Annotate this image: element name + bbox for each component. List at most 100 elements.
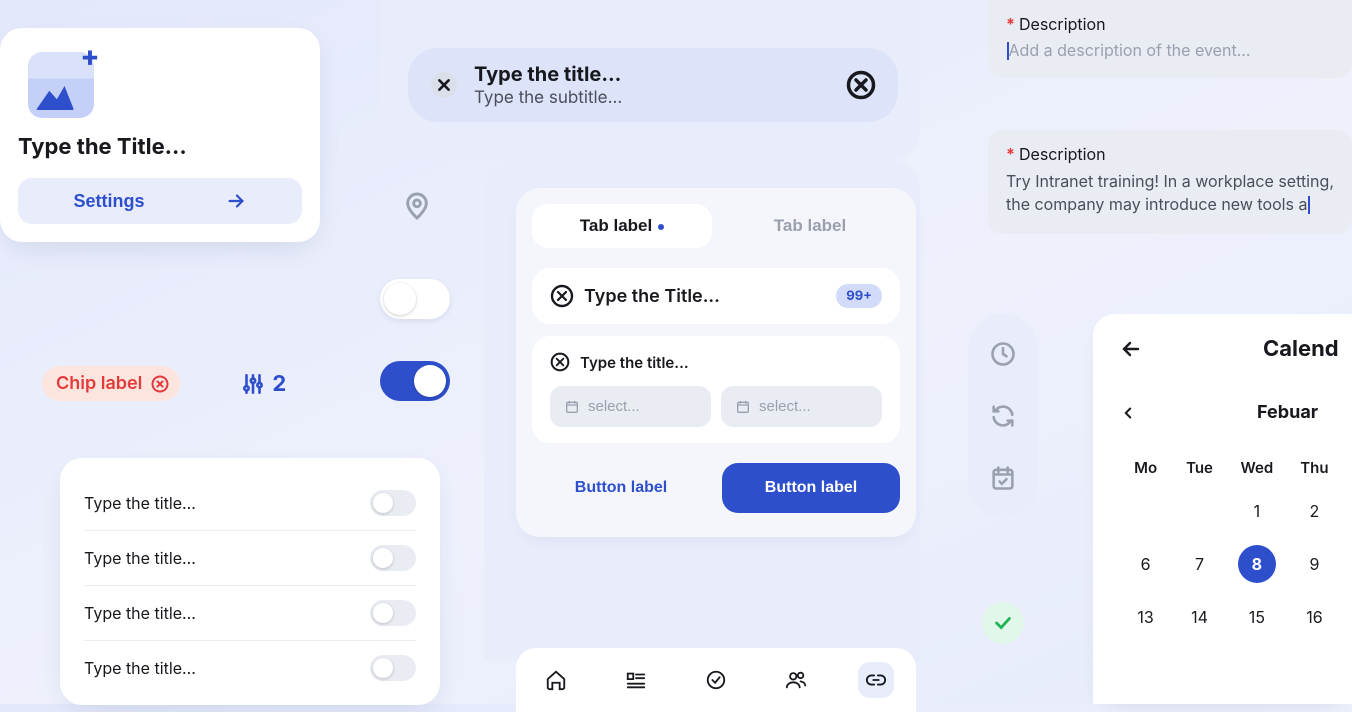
success-check-icon[interactable] [982, 602, 1024, 644]
avatar-stack: + [18, 52, 302, 118]
list-item-title: Type the title... [84, 548, 196, 568]
card-title-input[interactable]: Type the Title... [18, 134, 302, 160]
title-input[interactable]: Type the title... [474, 62, 830, 86]
description-text: Try Intranet training! In a workplace se… [1006, 170, 1334, 216]
close-circle-icon[interactable] [150, 374, 170, 394]
arrow-right-icon [225, 190, 247, 212]
item-cancel-icon[interactable] [550, 284, 574, 308]
button-label: Button label [765, 479, 857, 496]
dow-header: Thu [1297, 457, 1332, 478]
tab-active[interactable]: Tab label [532, 204, 712, 248]
filter-button[interactable]: 2 [240, 371, 286, 397]
calendar-day [1182, 492, 1217, 530]
home-icon[interactable] [538, 662, 574, 698]
link-icon[interactable] [858, 662, 894, 698]
back-arrow-icon[interactable] [1119, 337, 1143, 361]
people-icon[interactable] [778, 662, 814, 698]
check-circle-icon[interactable] [698, 662, 734, 698]
calendar-day[interactable]: 1 [1237, 492, 1277, 530]
secondary-button[interactable]: Button label [532, 463, 710, 513]
tab-label: Tab label [580, 216, 652, 235]
select-placeholder: select... [588, 398, 640, 415]
mini-title-input[interactable]: Type the title... [580, 353, 689, 372]
select-placeholder: select... [759, 398, 811, 415]
button-label: Button label [575, 479, 667, 496]
action-icon-column [968, 314, 1038, 518]
calendar-day[interactable]: 16 [1297, 598, 1332, 636]
description-field-empty[interactable]: *Description Add a description of the ev… [988, 0, 1352, 78]
filter-count: 2 [272, 371, 286, 397]
calendar-day[interactable]: 2 [1297, 492, 1332, 530]
text-skeleton-icon [124, 102, 164, 118]
toggle[interactable] [370, 655, 416, 681]
calendar-day [1129, 492, 1162, 530]
header-input-pill: Type the title... Type the subtitle... [408, 48, 898, 122]
calendar-title: Calend [1263, 336, 1339, 362]
location-pin-icon[interactable] [396, 185, 438, 227]
calendar-day[interactable]: 9 [1297, 544, 1332, 584]
dow-header: Mo [1129, 457, 1162, 478]
calendar-day[interactable]: 6 [1129, 544, 1162, 584]
image-placeholder-icon[interactable]: + [28, 52, 94, 118]
calendar-grid: Mo Tue Wed Thu 12 6789 13 14 15 16 [1109, 443, 1352, 650]
calendar-icon [735, 399, 751, 415]
chip-label: Chip label [56, 373, 142, 394]
main-panel: Tab label Tab label Type the Title... 99… [516, 188, 916, 537]
calendar-day[interactable]: 7 [1182, 544, 1217, 584]
field-label: *Description [1006, 144, 1334, 164]
toggle-list-card: Type the title... Type the title... Type… [60, 458, 440, 705]
chevron-left-icon[interactable] [1119, 404, 1137, 422]
settings-button[interactable]: Settings [18, 178, 302, 224]
sliders-icon [240, 371, 266, 397]
description-field-filled[interactable]: *Description Try Intranet training! In a… [988, 130, 1352, 234]
image-title-card: + Type the Title... Settings [0, 28, 320, 242]
description-placeholder: Add a description of the event... [1006, 40, 1334, 60]
mini-card-2: Type the title... select... select... [532, 336, 900, 443]
bottom-nav [516, 648, 916, 712]
leading-cancel-icon[interactable] [430, 71, 458, 99]
mini-card-1: Type the Title... 99+ [532, 268, 900, 324]
calendar-day[interactable]: 14 [1182, 598, 1217, 636]
settings-button-label: Settings [73, 191, 144, 212]
tab-inactive[interactable]: Tab label [720, 204, 900, 248]
chip-filter-row: Chip label 2 [42, 366, 286, 401]
clear-icon[interactable] [846, 70, 876, 100]
list-item: Type the title... [84, 476, 416, 530]
mini-title-input[interactable]: Type the Title... [584, 286, 720, 307]
dow-header: Tue [1182, 457, 1217, 478]
toggle[interactable] [370, 490, 416, 516]
list-icon[interactable] [618, 662, 654, 698]
chip[interactable]: Chip label [42, 366, 180, 401]
calendar-panel: Calend Febuar Mo Tue Wed Thu 12 6789 13 14 15 16 [1093, 314, 1352, 704]
calendar-icon [564, 399, 580, 415]
toggle-on[interactable] [380, 361, 450, 401]
list-item-title: Type the title... [84, 493, 196, 513]
toggle[interactable] [370, 600, 416, 626]
primary-button[interactable]: Button label [722, 463, 900, 513]
toggle[interactable] [370, 545, 416, 571]
calendar-day[interactable]: 15 [1237, 598, 1277, 636]
add-image-icon[interactable]: + [76, 42, 104, 70]
refresh-icon[interactable] [989, 402, 1017, 430]
date-select-1[interactable]: select... [550, 386, 711, 427]
calendar-check-icon[interactable] [989, 464, 1017, 492]
clock-icon[interactable] [989, 340, 1017, 368]
list-item: Type the title... [84, 640, 416, 695]
tabs: Tab label Tab label [532, 204, 900, 248]
item-cancel-icon[interactable] [550, 352, 570, 372]
list-item-title: Type the title... [84, 658, 196, 678]
standalone-toggles [380, 279, 450, 401]
calendar-day[interactable]: 8 [1237, 544, 1277, 584]
dow-header: Wed [1237, 457, 1277, 478]
list-item-title: Type the title... [84, 603, 196, 623]
count-badge: 99+ [836, 284, 882, 308]
subtitle-input[interactable]: Type the subtitle... [474, 88, 830, 108]
list-item: Type the title... [84, 530, 416, 585]
toggle-off[interactable] [380, 279, 450, 319]
list-item: Type the title... [84, 585, 416, 640]
field-label: *Description [1006, 14, 1334, 34]
date-select-2[interactable]: select... [721, 386, 882, 427]
calendar-day[interactable]: 13 [1129, 598, 1162, 636]
tab-label: Tab label [774, 216, 846, 235]
month-label: Febuar [1257, 402, 1318, 423]
